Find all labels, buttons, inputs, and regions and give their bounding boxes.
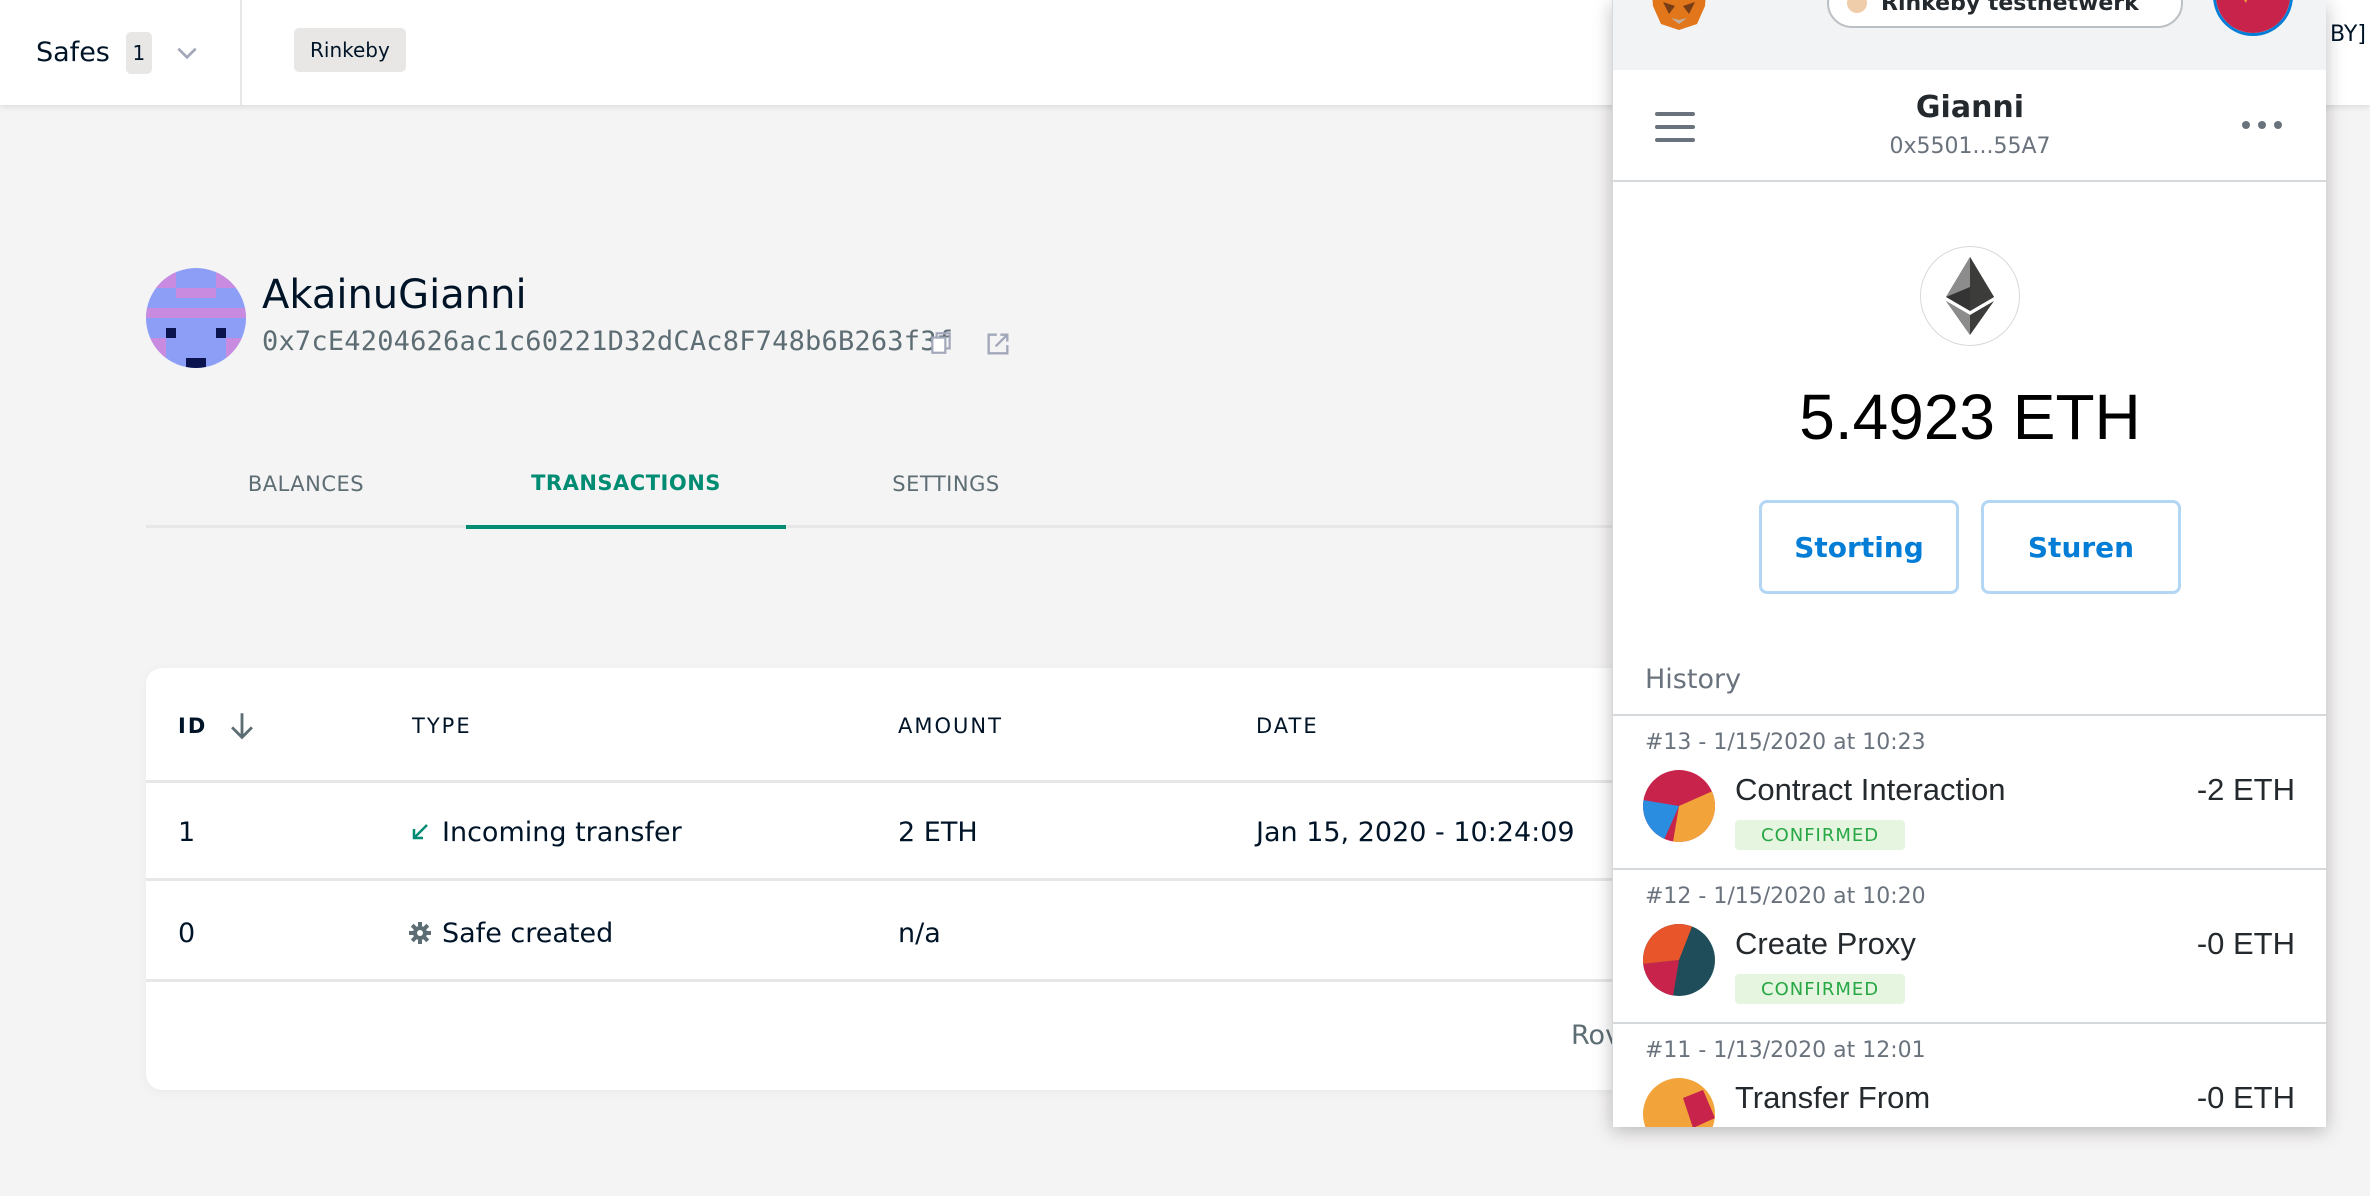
metamask-app-header: Rinkeby testnetwerk (1613, 0, 2326, 70)
row-date: Jan 15, 2020 - 10:24:09 (1256, 816, 1575, 848)
status-badge: CONFIRMED (1735, 820, 1906, 850)
safe-name: AkainuGianni (262, 272, 527, 318)
history-item-date: #13 - 1/15/2020 at 10:23 (1645, 730, 1926, 755)
transactions-table: ID TYPE AMOUNT DATE 1 Incoming transfer … (146, 668, 1626, 1090)
row-type-label: Safe created (442, 917, 614, 949)
history-item[interactable]: #12 - 1/15/2020 at 10:20 Create Proxy -0… (1613, 868, 2326, 1022)
history-item[interactable]: #11 - 1/13/2020 at 12:01 Transfer From -… (1613, 1022, 2326, 1127)
transaction-identicon (1643, 770, 1715, 842)
metamask-fox-logo (1652, 0, 1706, 30)
copy-icon[interactable] (928, 330, 954, 356)
column-header-type: TYPE (412, 713, 472, 738)
safe-address: 0x7cE4204626ac1c60221D32dCAc8F748b6B263f… (262, 326, 954, 357)
gear-icon (409, 922, 431, 944)
tab-settings[interactable]: SETTINGS (786, 440, 1106, 528)
network-status-dot (1847, 0, 1867, 13)
tab-balances[interactable]: BALANCES (146, 440, 466, 528)
account-avatar[interactable] (2213, 0, 2293, 36)
row-amount: n/a (898, 917, 941, 949)
history-item-amount: -0 ETH (2196, 926, 2295, 961)
history-item-title: Create Proxy (1735, 926, 1916, 961)
row-type: Safe created (408, 884, 613, 982)
history-item-title: Transfer From (1735, 1080, 1931, 1115)
header-right-text: BY] (2330, 22, 2366, 47)
status-badge: CONFIRMED (1735, 974, 1906, 1004)
account-name[interactable]: Gianni (1613, 90, 2326, 125)
table-header: ID TYPE AMOUNT DATE (146, 668, 1626, 783)
account-details-bar: Gianni 0x5501...55A7 (1613, 70, 2326, 182)
chevron-down-icon[interactable] (174, 40, 200, 66)
network-selector[interactable]: Rinkeby testnetwerk (1827, 0, 2183, 28)
row-id: 1 (178, 816, 196, 848)
transaction-identicon (1643, 1078, 1715, 1127)
safe-avatar (146, 268, 246, 368)
history-item[interactable]: #13 - 1/15/2020 at 10:23 Contract Intera… (1613, 714, 2326, 868)
eth-balance: 5.4923 ETH (1799, 381, 2141, 453)
row-type: Incoming transfer (408, 783, 682, 881)
column-header-amount: AMOUNT (898, 713, 1003, 738)
sort-down-arrow-icon[interactable] (225, 709, 259, 743)
account-address[interactable]: 0x5501...55A7 (1613, 134, 2326, 159)
column-header-id-label: ID (178, 713, 208, 738)
deposit-button[interactable]: Storting (1759, 500, 1959, 594)
transaction-identicon (1643, 924, 1715, 996)
tab-transactions[interactable]: TRANSACTIONS (466, 440, 786, 529)
ethereum-logo-icon (1920, 246, 2020, 346)
row-id: 0 (178, 917, 196, 949)
safes-count-badge: 1 (125, 31, 152, 74)
incoming-arrow-icon (412, 824, 428, 840)
history-item-title: Contract Interaction (1735, 772, 2006, 807)
history-item-date: #12 - 1/15/2020 at 10:20 (1645, 884, 1926, 909)
history-item-amount: -2 ETH (2196, 772, 2295, 807)
row-type-label: Incoming transfer (442, 816, 682, 848)
safes-label: Safes (36, 37, 110, 68)
history-label: History (1645, 664, 1742, 695)
column-header-id[interactable]: ID (178, 668, 259, 783)
history-item-amount: -0 ETH (2196, 1080, 2295, 1115)
more-options-icon[interactable] (2239, 118, 2285, 132)
metamask-popup: Rinkeby testnetwerk Gianni 0x5501...55A7 (1612, 0, 2326, 1127)
safes-selector[interactable]: Safes 1 (4, 0, 242, 105)
external-link-icon[interactable] (984, 330, 1012, 358)
history-item-date: #11 - 1/13/2020 at 12:01 (1645, 1038, 1926, 1063)
chevron-down-icon (2141, 0, 2157, 4)
column-header-date: DATE (1256, 713, 1319, 738)
network-name: Rinkeby testnetwerk (1881, 0, 2139, 16)
send-button[interactable]: Sturen (1981, 500, 2181, 594)
network-badge: Rinkeby (294, 28, 406, 72)
safe-tabs: BALANCES TRANSACTIONS SETTINGS (146, 440, 1616, 529)
table-row[interactable]: 0 Safe created n/a (146, 884, 1626, 982)
row-amount: 2 ETH (898, 816, 978, 848)
table-row[interactable]: 1 Incoming transfer 2 ETH Jan 15, 2020 -… (146, 783, 1626, 881)
